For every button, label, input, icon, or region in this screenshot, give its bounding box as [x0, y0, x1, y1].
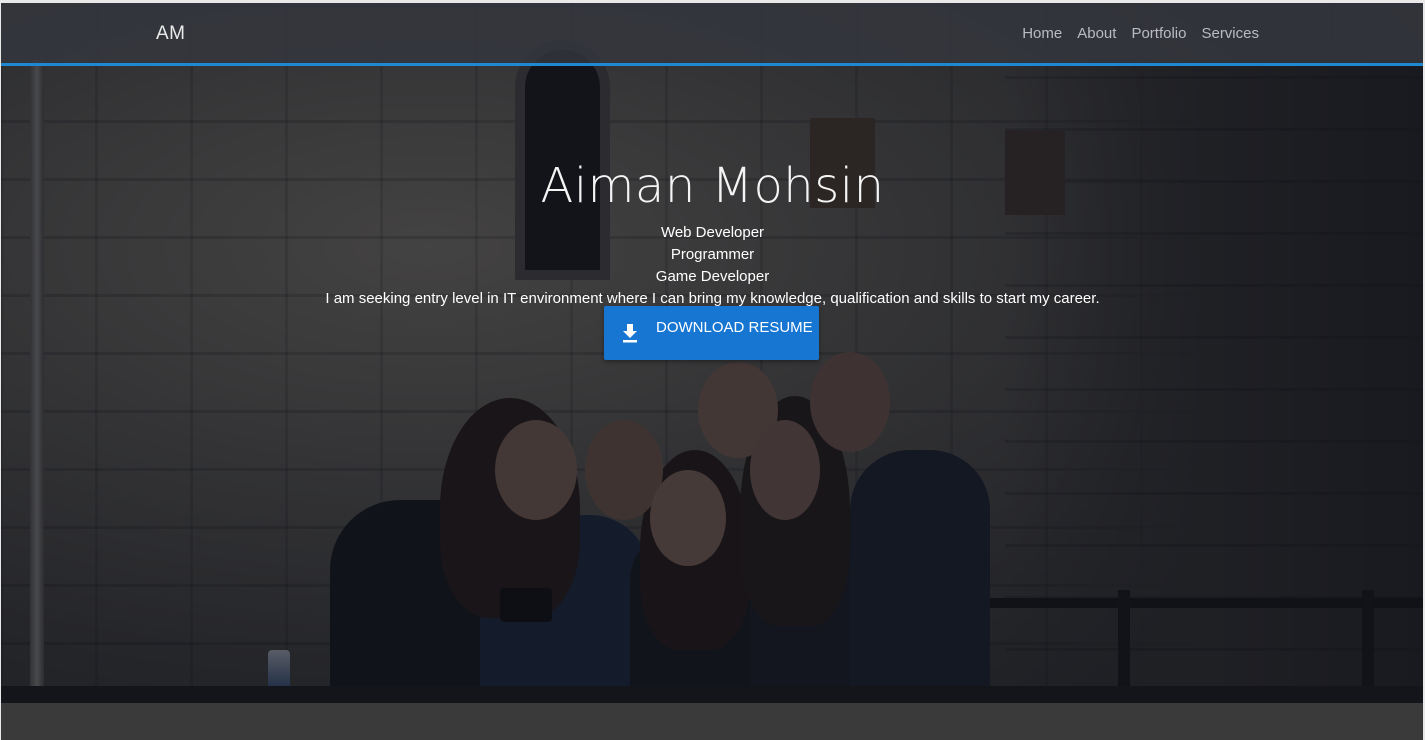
download-resume-button[interactable]: DOWNLOAD RESUME: [604, 306, 819, 360]
role-game-developer: Game Developer: [655, 268, 770, 285]
nav-link-about[interactable]: About: [1077, 25, 1116, 42]
hero-content: Aiman Mohsin Web Developer Programmer Ga…: [0, 150, 1425, 360]
nav-link-portfolio[interactable]: Portfolio: [1131, 25, 1186, 42]
download-resume-label: DOWNLOAD RESUME: [656, 319, 813, 336]
next-section-strip: [0, 703, 1425, 740]
nav-links: Home About Portfolio Services: [1007, 25, 1259, 42]
role-programmer: Programmer: [670, 246, 755, 263]
nav-link-home[interactable]: Home: [1022, 25, 1062, 42]
hero-name: Aiman Mohsin: [540, 158, 885, 214]
role-web-developer: Web Developer: [660, 224, 765, 241]
navbar: AM Home About Portfolio Services: [0, 3, 1425, 66]
download-icon: [621, 323, 639, 343]
brand-logo[interactable]: AM: [156, 23, 186, 45]
nav-link-services[interactable]: Services: [1201, 25, 1259, 42]
